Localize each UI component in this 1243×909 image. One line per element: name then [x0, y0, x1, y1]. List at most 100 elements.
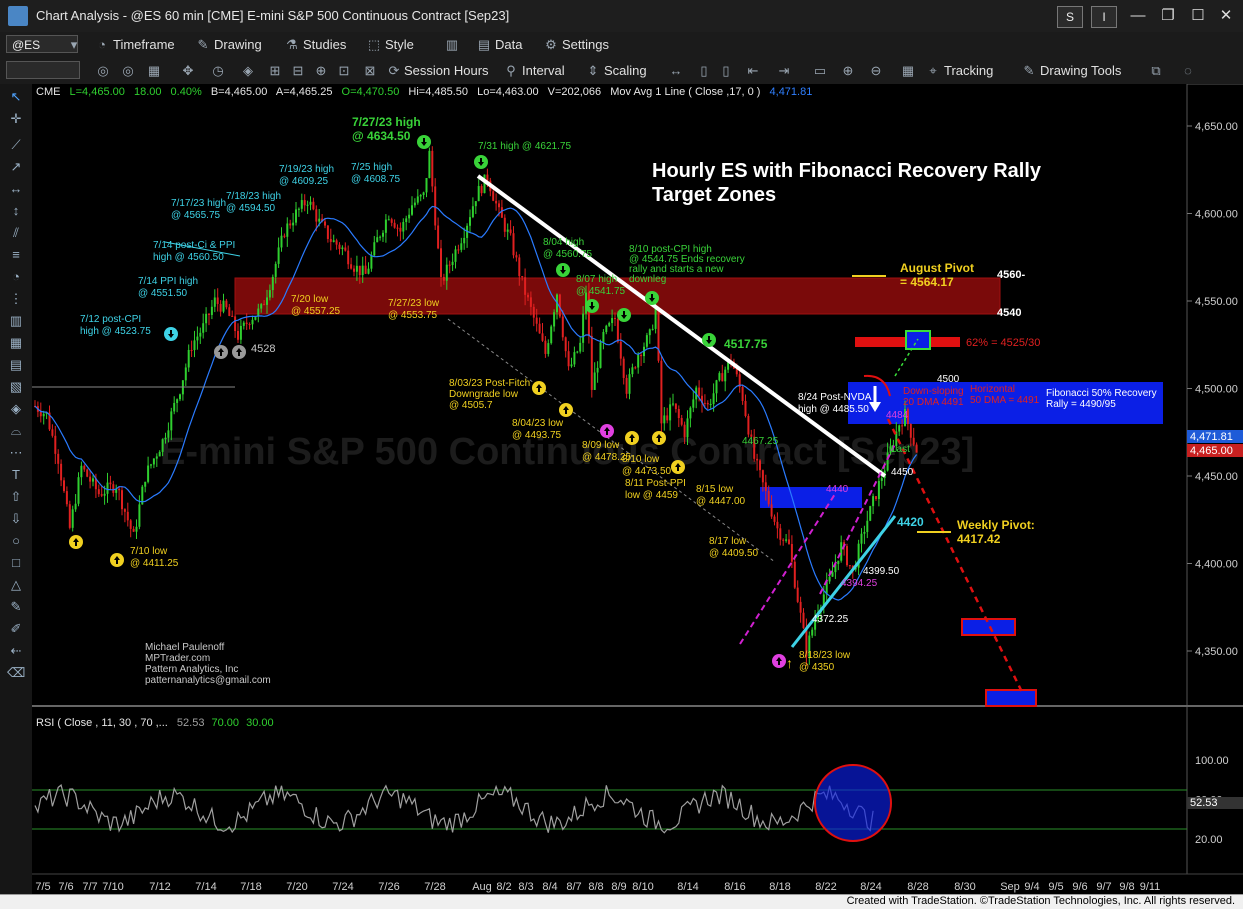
- candle-body: [179, 394, 181, 400]
- candle-body: [840, 542, 843, 561]
- candle-body: [376, 237, 379, 243]
- style-menu[interactable]: Style: [385, 36, 414, 54]
- shift-right-icon[interactable]: ⇥: [776, 63, 792, 79]
- candle-body: [846, 546, 848, 566]
- candle-body: [382, 232, 384, 237]
- data-menu[interactable]: Data: [495, 36, 522, 54]
- strategy-icon[interactable]: ⊞: [267, 63, 283, 79]
- candle-body: [866, 520, 869, 532]
- candle-body: [77, 477, 80, 504]
- analysis-icon[interactable]: ⊡: [336, 63, 352, 79]
- window-s-button[interactable]: S: [1057, 6, 1083, 28]
- candle-body: [457, 249, 460, 251]
- drawing-tools-menu[interactable]: Drawing Tools: [1040, 62, 1121, 80]
- candle-body: [680, 418, 683, 425]
- ann-4372: 4372.25: [812, 614, 849, 625]
- candle-body: [538, 323, 541, 334]
- info-open: O=4,470.50: [342, 86, 400, 98]
- candle-body: [338, 244, 341, 249]
- candle-body: [596, 367, 599, 373]
- candle-body: [498, 203, 500, 208]
- candle-body: [605, 325, 608, 332]
- zoom-in-icon[interactable]: ⊕: [840, 63, 856, 79]
- scan-icon[interactable]: ⊠: [362, 63, 378, 79]
- candle-body: [306, 204, 309, 206]
- time-tick-label: 7/20: [286, 881, 307, 893]
- candle-body: [231, 315, 234, 317]
- calendar-icon[interactable]: ▭: [812, 63, 828, 79]
- candle-body: [396, 227, 399, 229]
- candle-body: [524, 277, 527, 295]
- candle-body: [390, 219, 393, 223]
- zoom-out-icon[interactable]: ⊖: [868, 63, 884, 79]
- close-icon[interactable]: ✕: [1212, 4, 1240, 28]
- info-change-pct: 0.40%: [171, 86, 202, 98]
- candle-body: [286, 223, 289, 237]
- candle-body: [776, 521, 779, 529]
- candle-body: [74, 503, 77, 510]
- alert-icon[interactable]: ◈: [240, 63, 256, 79]
- candle-body: [118, 488, 121, 491]
- cursor-icon[interactable]: ✥: [180, 63, 196, 79]
- price-tick-label: 4,650.00: [1195, 121, 1238, 133]
- candle-body: [100, 494, 103, 496]
- link-icon[interactable]: ◎: [95, 63, 111, 79]
- candle-body: [863, 531, 866, 534]
- bar-spacing-icon[interactable]: ↔: [668, 63, 684, 79]
- timeframe-menu[interactable]: Timeframe: [113, 36, 175, 54]
- time-tick-label: Aug: [472, 881, 492, 893]
- compress-icon[interactable]: ▯: [696, 63, 712, 79]
- candle-body: [341, 247, 344, 249]
- layout-icon[interactable]: ▥: [444, 37, 460, 53]
- ann-4528: 4528: [251, 343, 275, 355]
- sync-icon[interactable]: ◎: [120, 63, 136, 79]
- candle-body: [303, 200, 306, 206]
- dropdown-chevron-icon[interactable]: ▾: [66, 37, 82, 53]
- candle-body: [512, 233, 515, 256]
- candle-body: [355, 265, 358, 272]
- drawing-menu[interactable]: Drawing: [214, 36, 262, 54]
- candle-body: [654, 308, 657, 329]
- minimize-icon[interactable]: —: [1124, 4, 1152, 28]
- candle-body: [564, 337, 567, 352]
- interval-menu[interactable]: Interval: [522, 62, 565, 80]
- candle-body: [199, 332, 202, 337]
- expand-icon[interactable]: ▯: [718, 63, 734, 79]
- title-bar: Chart Analysis - @ES 60 min [CME] E-mini…: [0, 0, 1243, 33]
- candle-body: [379, 236, 382, 238]
- settings-menu[interactable]: Settings: [562, 36, 609, 54]
- candle-body: [474, 201, 477, 207]
- new-window-icon[interactable]: ⧉: [1148, 63, 1164, 79]
- ann-4440: 4440: [826, 484, 849, 495]
- chart-area[interactable]: CME L=4,465.00 18.00 0.40% B=4,465.00 A=…: [0, 84, 1243, 896]
- grid-icon[interactable]: ▦: [900, 63, 916, 79]
- rsi-highlight-circle: [814, 764, 892, 842]
- scaling-menu[interactable]: Scaling: [604, 62, 647, 80]
- candle-body: [63, 480, 65, 492]
- studies-menu[interactable]: Studies: [303, 36, 346, 54]
- ann-4500: 4500: [937, 374, 960, 385]
- chart-type-icon[interactable]: ▦: [146, 63, 162, 79]
- timer-icon[interactable]: ◷: [210, 63, 226, 79]
- interval-input[interactable]: [6, 61, 80, 79]
- insert-icon[interactable]: ⊕: [313, 63, 329, 79]
- drawing-icon: ✎: [197, 37, 209, 52]
- tracking-menu[interactable]: Tracking: [944, 62, 993, 80]
- candle-body: [161, 439, 164, 452]
- maximize-icon[interactable]: ☐: [1184, 4, 1212, 28]
- candle-body: [521, 276, 524, 278]
- bars-icon[interactable]: ⊟: [290, 63, 306, 79]
- ann-4399: 4399.50: [863, 566, 900, 577]
- shift-left-icon[interactable]: ⇤: [745, 63, 761, 79]
- candle-body: [419, 194, 422, 197]
- ann-zone-top: 4560-: [997, 269, 1025, 281]
- price-axis[interactable]: 4,650.00 4,600.00 4,550.00 4,500.00 4,450.00…: [1187, 121, 1238, 658]
- time-tick-label: 9/4: [1024, 881, 1039, 893]
- chat-icon[interactable]: ◌: [1180, 63, 1196, 79]
- candle-body: [761, 470, 764, 483]
- candle-body: [677, 408, 680, 419]
- restore-icon[interactable]: ❐: [1154, 4, 1182, 28]
- session-hours-menu[interactable]: Session Hours: [404, 62, 489, 80]
- candle-body: [799, 601, 802, 613]
- window-i-button[interactable]: I: [1091, 6, 1117, 28]
